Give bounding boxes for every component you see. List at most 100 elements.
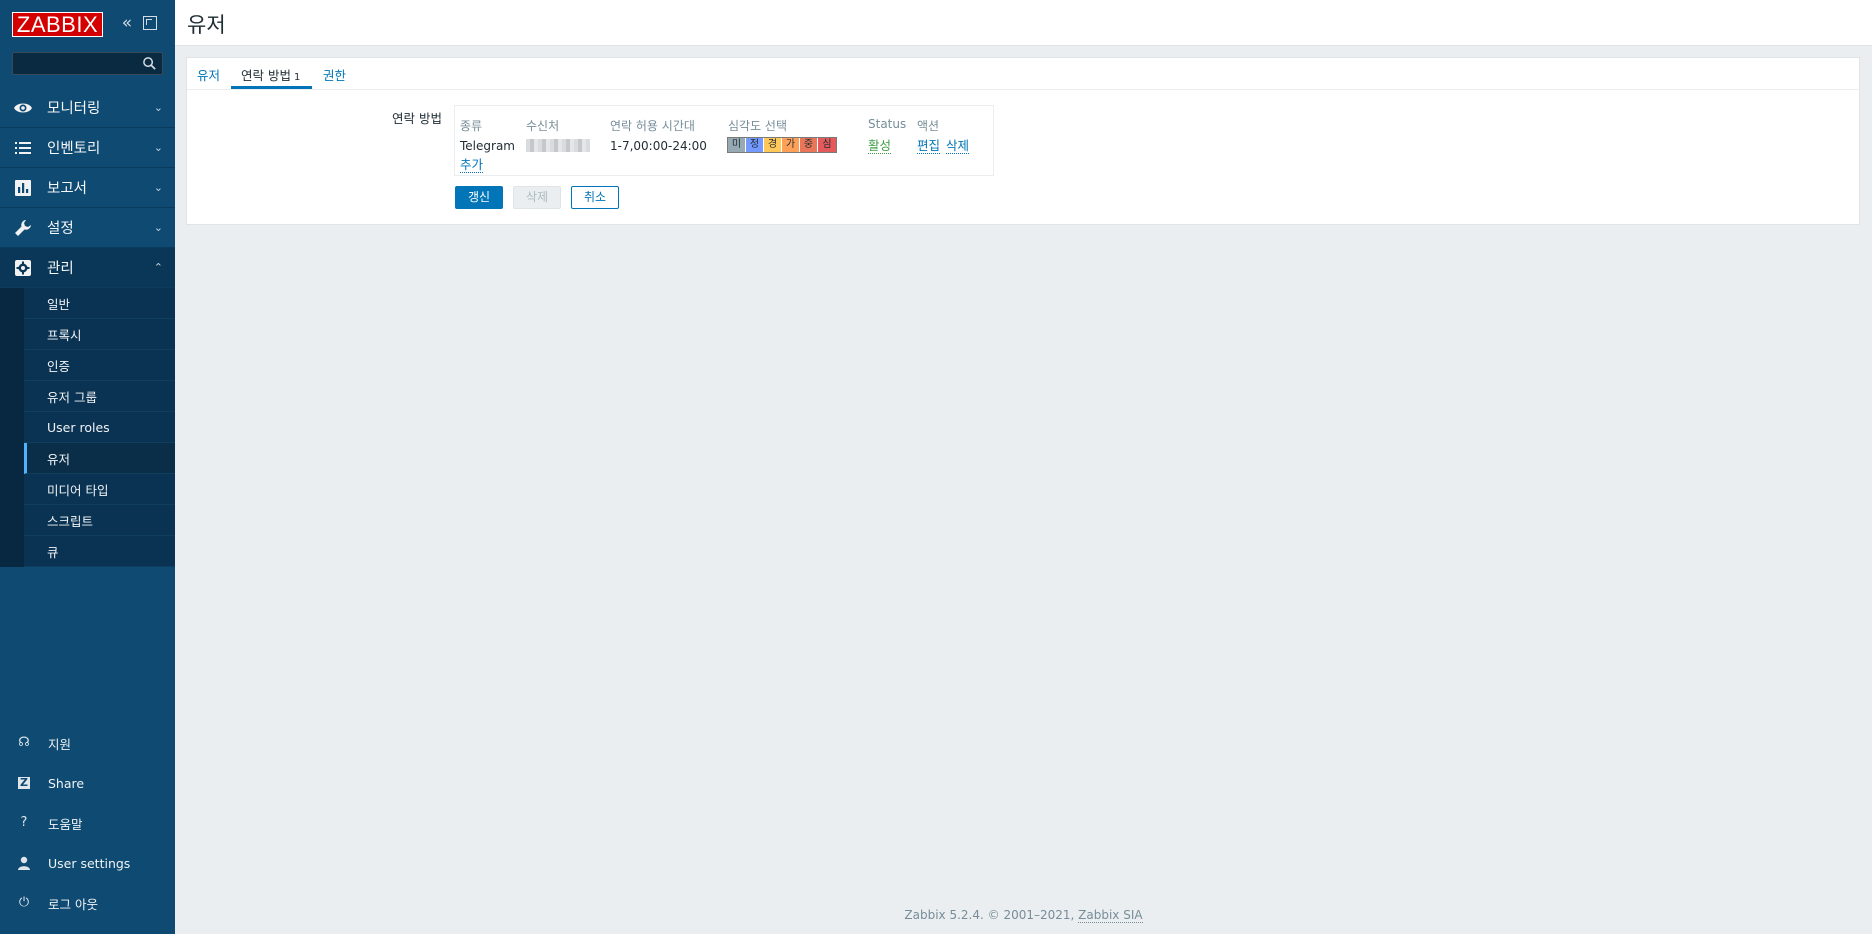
delete-button[interactable]: 삭제	[513, 186, 561, 209]
user-form-panel: 유저 연락 방법 1 권한 연락 방법 종류 수신처 연락 허용 시간대 심각도 …	[186, 57, 1860, 225]
severity-information: 정	[746, 138, 764, 152]
severity-indicator: 미 정 경 가 중 심	[727, 137, 837, 153]
media-field-label: 연락 방법	[392, 111, 442, 126]
media-table: 종류 수신처 연락 허용 시간대 심각도 선택 Status 액션 Telegr…	[454, 105, 994, 176]
kiosk-mode-icon[interactable]	[143, 16, 157, 30]
menu-label: 로그 아웃	[48, 896, 98, 912]
menu-label: 관리	[47, 261, 74, 277]
menu-label: User settings	[48, 855, 131, 871]
column-header-action: 액션	[917, 119, 940, 133]
help-icon: ?	[20, 815, 28, 830]
footer: Zabbix 5.2.4. © 2001–2021, Zabbix SIA	[175, 908, 1872, 923]
user-icon	[18, 856, 30, 870]
bar-chart-icon	[15, 179, 31, 196]
submenu-rail	[0, 288, 24, 567]
submenu-label: 큐	[47, 544, 59, 560]
submenu-label: User roles	[47, 419, 110, 435]
gear-icon	[15, 259, 31, 276]
when-active-cell: 1-7,00:00-24:00	[610, 139, 707, 153]
submenu-item-queue[interactable]: 큐	[24, 536, 175, 567]
menu-label: 지원	[48, 736, 72, 752]
bottom-menu: ☊ 지원 Z Share ? 도움말 User settings ⏻ 로그 아웃	[0, 723, 175, 923]
menu-label: 보고서	[47, 181, 88, 197]
share-icon: Z	[18, 777, 30, 789]
severity-warning: 경	[764, 138, 782, 152]
power-icon: ⏻	[18, 895, 30, 910]
menu-sign-out[interactable]: ⏻ 로그 아웃	[0, 883, 175, 923]
sidebar-header: ZABBIX «	[0, 0, 175, 48]
menu-monitoring[interactable]: 모니터링 ⌄	[0, 88, 175, 128]
list-icon	[15, 141, 31, 154]
column-header-when-active: 연락 허용 시간대	[610, 119, 695, 133]
menu-reports[interactable]: 보고서 ⌄	[0, 168, 175, 208]
submenu-label: 스크립트	[47, 513, 94, 529]
menu-label: 인벤토리	[47, 141, 101, 157]
menu-label: 설정	[47, 221, 74, 237]
tab-media-badge: 1	[293, 72, 301, 83]
chevron-up-icon: ⌃	[153, 261, 163, 274]
edit-media-link[interactable]: 편집	[917, 139, 941, 154]
menu-support[interactable]: ☊ 지원	[0, 723, 175, 763]
headset-icon: ☊	[18, 735, 30, 750]
footer-text: Zabbix 5.2.4. © 2001–2021,	[904, 908, 1079, 922]
cancel-button[interactable]: 취소	[571, 186, 619, 209]
active-tab-indicator	[231, 86, 312, 89]
menu-help[interactable]: ? 도움말	[0, 803, 175, 843]
eye-icon	[14, 103, 32, 112]
menu-user-settings[interactable]: User settings	[0, 843, 175, 883]
status-toggle[interactable]: 활성	[868, 139, 892, 154]
submenu-label: 유저	[47, 451, 71, 467]
search-box	[12, 52, 163, 75]
collapse-sidebar-icon[interactable]: «	[118, 14, 136, 32]
severity-not-classified: 미	[728, 138, 746, 152]
column-header-severity: 심각도 선택	[728, 119, 788, 133]
add-media-link[interactable]: 추가	[460, 158, 484, 173]
menu-label: Share	[48, 775, 85, 791]
severity-disaster: 심	[818, 138, 836, 152]
submenu-item-general[interactable]: 일반	[24, 288, 175, 319]
remove-media-link[interactable]: 삭제	[946, 139, 970, 154]
submenu-item-user-roles[interactable]: User roles	[24, 412, 175, 443]
search-icon[interactable]	[142, 56, 157, 71]
chevron-down-icon: ⌄	[153, 101, 163, 114]
column-header-status: Status	[868, 117, 907, 131]
redacted-send-to	[526, 139, 590, 152]
submenu-label: 프록시	[47, 327, 82, 343]
menu-label: 도움말	[48, 816, 83, 832]
chevron-down-icon: ⌄	[153, 221, 163, 234]
tab-media[interactable]: 연락 방법 1	[241, 65, 300, 84]
column-header-type: 종류	[460, 119, 483, 133]
severity-average: 가	[782, 138, 800, 152]
sidebar: ZABBIX « 모니터링 ⌄ 인벤토리 ⌄ 보고서 ⌄ 설정 ⌄ 관리 ⌃ 일…	[0, 0, 175, 934]
submenu-label: 일반	[47, 296, 71, 312]
column-header-send-to: 수신처	[526, 119, 560, 133]
menu-label: 모니터링	[47, 101, 101, 117]
search-input[interactable]	[13, 53, 137, 75]
submenu-item-user-groups[interactable]: 유저 그룹	[24, 381, 175, 412]
chevron-down-icon: ⌄	[153, 141, 163, 154]
administration-submenu: 일반 프록시 인증 유저 그룹 User roles 유저 미디어 타입 스크립…	[0, 288, 175, 567]
page-title: 유저	[187, 13, 226, 37]
menu-share[interactable]: Z Share	[0, 763, 175, 803]
wrench-icon	[15, 219, 31, 236]
chevron-down-icon: ⌄	[153, 181, 163, 194]
submenu-item-users[interactable]: 유저	[24, 443, 175, 474]
tab-permissions[interactable]: 권한	[323, 65, 346, 84]
tab-user[interactable]: 유저	[197, 65, 220, 84]
submenu-item-media-types[interactable]: 미디어 타입	[24, 474, 175, 505]
update-button[interactable]: 갱신	[455, 186, 503, 209]
footer-link[interactable]: Zabbix SIA	[1078, 908, 1143, 923]
media-type-cell: Telegram	[460, 139, 515, 153]
menu-administration[interactable]: 관리 ⌃	[0, 248, 175, 288]
severity-high: 중	[800, 138, 818, 152]
menu-inventory[interactable]: 인벤토리 ⌄	[0, 128, 175, 168]
submenu-item-proxies[interactable]: 프록시	[24, 319, 175, 350]
submenu-label: 미디어 타입	[47, 482, 109, 498]
menu-configuration[interactable]: 설정 ⌄	[0, 208, 175, 248]
page-header: 유저	[175, 0, 1872, 46]
submenu-item-scripts[interactable]: 스크립트	[24, 505, 175, 536]
tab-media-label: 연락 방법	[241, 68, 291, 83]
submenu-item-authentication[interactable]: 인증	[24, 350, 175, 381]
zabbix-logo[interactable]: ZABBIX	[12, 12, 103, 37]
submenu-label: 인증	[47, 358, 71, 374]
